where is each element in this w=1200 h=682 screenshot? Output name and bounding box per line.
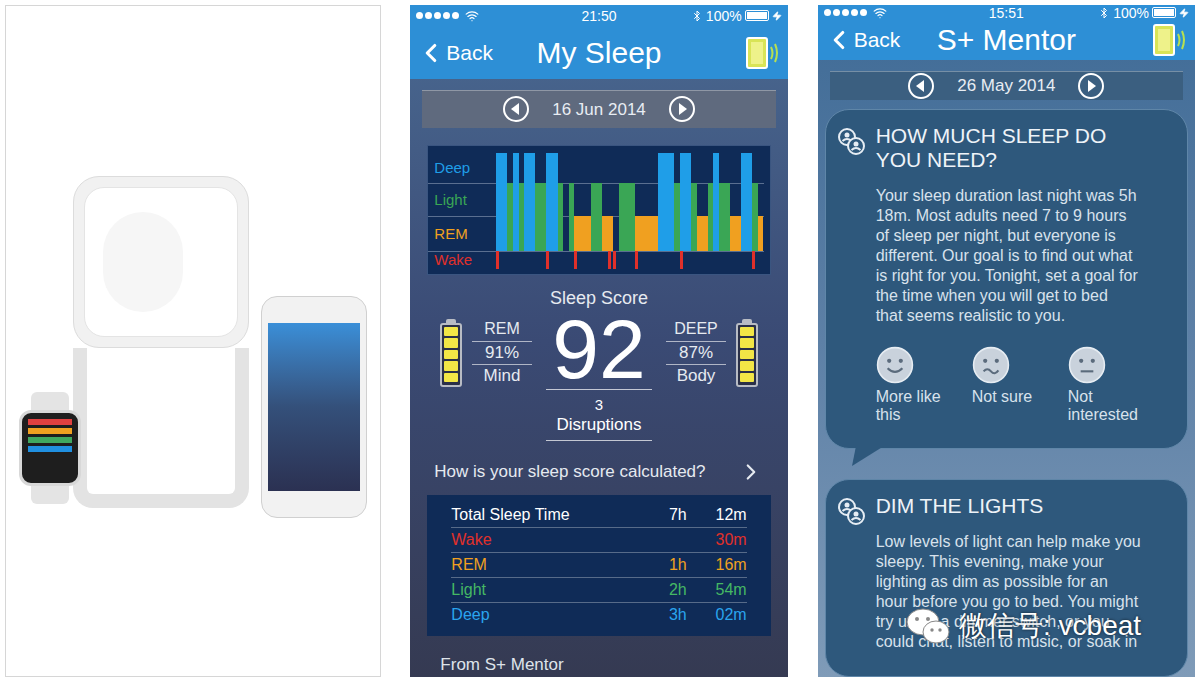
chevron-left-icon bbox=[824, 25, 854, 55]
previous-day-icon[interactable] bbox=[907, 72, 935, 100]
rem-score: REM91%Mind bbox=[472, 319, 532, 387]
feedback-option[interactable]: Not sure bbox=[972, 346, 1064, 424]
summary-row: Total Sleep Time7h12m bbox=[451, 503, 746, 528]
bluetooth-icon bbox=[1098, 7, 1110, 19]
previous-day-icon[interactable] bbox=[502, 95, 530, 123]
battery-percent: 100% bbox=[1113, 6, 1149, 20]
deep-battery-icon bbox=[736, 319, 758, 387]
wake-bar bbox=[546, 251, 549, 269]
battery-icon bbox=[1152, 7, 1176, 18]
score-info-link[interactable]: How is your sleep score calculated? bbox=[410, 459, 787, 485]
battery-percent: 100% bbox=[706, 9, 742, 23]
stage-label: Wake bbox=[434, 251, 496, 269]
next-day-icon[interactable] bbox=[1077, 72, 1105, 100]
date-label: 26 May 2014 bbox=[957, 73, 1055, 99]
deep-score: DEEP87%Body bbox=[666, 319, 726, 387]
sleep-summary-table: Total Sleep Time7h12mWake30mREM1h16mLigh… bbox=[427, 495, 770, 636]
back-button[interactable]: Back bbox=[416, 37, 530, 69]
stage-label: REM bbox=[434, 216, 496, 251]
battery-icon bbox=[745, 10, 769, 21]
device-book-icon[interactable] bbox=[744, 33, 782, 73]
status-bar: 21:50 100% bbox=[410, 5, 787, 27]
nav-bar: BackS+ Mentor bbox=[818, 20, 1195, 60]
wifi-icon bbox=[873, 6, 887, 20]
date-label: 16 Jun 2014 bbox=[552, 97, 646, 123]
stage-bar bbox=[558, 183, 564, 251]
date-nav: 16 Jun 2014 bbox=[422, 90, 775, 128]
card-title: DIM THE LIGHTS bbox=[876, 494, 1151, 518]
nav-bar: BackMy Sleep bbox=[410, 27, 787, 79]
app: 21:50100%BackMy Sleep16 Jun 2014DeepLigh… bbox=[0, 0, 1200, 682]
mentor-card: HOW MUCH SLEEP DO YOU NEED? Your sleep du… bbox=[825, 109, 1188, 449]
wake-bar bbox=[752, 251, 755, 269]
signal-dot bbox=[425, 12, 432, 19]
hypnogram-chart: DeepLightREMWake bbox=[427, 145, 770, 275]
summary-row: REM1h16m bbox=[451, 553, 746, 578]
charging-icon bbox=[772, 11, 782, 21]
card-body: Your sleep duration last night was 5h18m… bbox=[876, 186, 1179, 326]
summary-row: Light2h54m bbox=[451, 578, 746, 603]
wake-bar bbox=[613, 251, 616, 269]
charging-icon bbox=[1179, 8, 1189, 18]
nav-title: My Sleep bbox=[530, 35, 667, 71]
date-nav: 26 May 2014 bbox=[830, 71, 1183, 100]
feedback-option[interactable]: More like this bbox=[876, 346, 968, 424]
sleep-score: Sleep ScoreREM91%Mind923DisruptionsDEEP8… bbox=[410, 287, 787, 441]
summary-row: Wake30m bbox=[451, 528, 746, 553]
sleep-screen: 21:50100%BackMy Sleep16 Jun 2014DeepLigh… bbox=[410, 5, 787, 677]
signal-dot bbox=[443, 12, 450, 19]
status-time: 15:51 bbox=[945, 6, 1067, 20]
mentor-screen: 15:51100%BackS+ Mentor26 May 2014HOW MUC… bbox=[818, 5, 1195, 677]
phone-shape bbox=[261, 296, 367, 518]
next-day-icon[interactable] bbox=[668, 95, 696, 123]
mentor-footer: From S+ Mentor bbox=[410, 652, 787, 678]
stage-label: Deep bbox=[434, 153, 496, 183]
wake-bar bbox=[574, 251, 577, 269]
signal-dot bbox=[434, 12, 441, 19]
wake-bar bbox=[635, 251, 638, 269]
watermark: 微信号: vcbeat bbox=[905, 606, 1141, 646]
bubble-tail bbox=[850, 446, 884, 468]
watch-shape bbox=[19, 392, 81, 504]
signal-dot bbox=[416, 12, 423, 19]
bluetooth-icon bbox=[691, 10, 703, 22]
stage-label: Light bbox=[434, 183, 496, 216]
grid-line bbox=[428, 251, 763, 252]
chevron-left-icon bbox=[416, 38, 446, 68]
device-book-icon[interactable] bbox=[1151, 20, 1189, 60]
unsure-face-icon bbox=[972, 346, 1010, 384]
summary-row: Deep3h02m bbox=[451, 603, 746, 628]
device-shape bbox=[73, 176, 249, 508]
feedback-options: More like thisNot sureNot interested bbox=[876, 346, 1179, 424]
signal-dot bbox=[860, 9, 867, 16]
wake-bar bbox=[680, 251, 683, 269]
stage-bar bbox=[758, 216, 764, 251]
signal-dot bbox=[824, 9, 831, 16]
status-time: 21:50 bbox=[538, 9, 660, 23]
feedback-option[interactable]: Not interested bbox=[1068, 346, 1160, 424]
people-icon bbox=[836, 126, 868, 158]
happy-face-icon bbox=[876, 346, 914, 384]
wifi-icon bbox=[465, 9, 479, 23]
status-bar: 15:51 100% bbox=[818, 5, 1195, 20]
rem-battery-icon bbox=[440, 319, 462, 387]
wake-bar bbox=[608, 251, 611, 269]
signal-dot bbox=[842, 9, 849, 16]
stage-bar bbox=[608, 216, 614, 251]
people-icon bbox=[836, 496, 868, 528]
product-photo bbox=[5, 5, 381, 677]
signal-dot bbox=[851, 9, 858, 16]
signal-dot bbox=[452, 12, 459, 19]
signal-dot bbox=[833, 9, 840, 16]
wake-bar bbox=[496, 251, 499, 269]
mentor-card: DIM THE LIGHTSLow levels of light can he… bbox=[825, 479, 1188, 677]
wechat-icon bbox=[905, 606, 951, 646]
chevron-right-icon bbox=[738, 459, 764, 485]
back-button[interactable]: Back bbox=[824, 24, 931, 56]
score-value: 92 bbox=[552, 309, 645, 389]
neutral-face-icon bbox=[1068, 346, 1106, 384]
card-title: HOW MUCH SLEEP DO YOU NEED? bbox=[876, 124, 1151, 172]
nav-title: S+ Mentor bbox=[931, 22, 1082, 58]
